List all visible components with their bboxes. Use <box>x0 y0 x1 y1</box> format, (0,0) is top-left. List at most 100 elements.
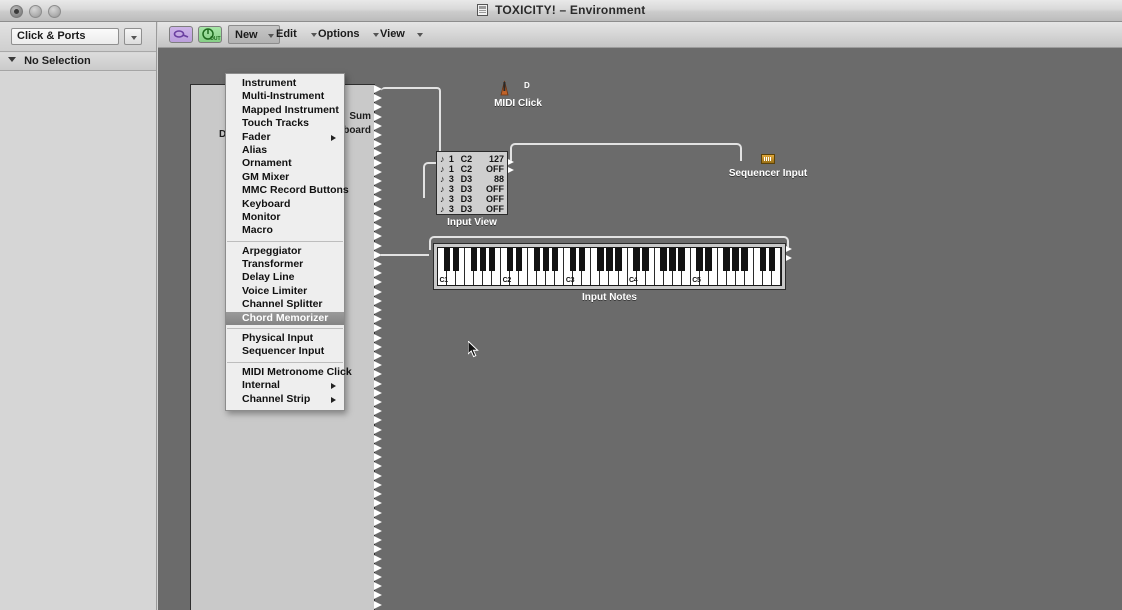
physical-input-port[interactable] <box>374 287 382 296</box>
physical-input-port[interactable] <box>374 305 382 314</box>
keyboard-black-key[interactable] <box>759 248 766 271</box>
keyboard-black-key[interactable] <box>479 248 487 271</box>
physical-input-port[interactable] <box>374 462 382 471</box>
physical-input-port[interactable] <box>374 315 382 324</box>
menu-item-macro[interactable]: Macro <box>226 224 344 237</box>
keyboard-black-key[interactable] <box>678 248 685 271</box>
menu-item-fader[interactable]: Fader <box>226 131 344 144</box>
menu-item-touch-tracks[interactable]: Touch Tracks <box>226 117 344 130</box>
physical-input-port[interactable] <box>374 499 382 508</box>
keyboard-black-key[interactable] <box>741 248 748 271</box>
menu-view[interactable]: View <box>374 25 428 44</box>
menu-item-voice-limiter[interactable]: Voice Limiter <box>226 285 344 298</box>
layer-popup-chevron-down-icon[interactable] <box>124 28 142 45</box>
keyboard-black-key[interactable] <box>597 248 604 271</box>
keyboard-black-key[interactable] <box>470 248 478 271</box>
keyboard-black-key[interactable] <box>569 248 577 271</box>
menu-item-instrument[interactable]: Instrument <box>226 77 344 90</box>
selection-status-row[interactable]: No Selection <box>0 53 156 71</box>
keyboard-black-key[interactable] <box>606 248 613 271</box>
keyboard-keys[interactable]: C1 C2 C3 C4 C5 <box>437 247 782 286</box>
keyboard-black-key[interactable] <box>768 248 776 271</box>
keyboard-black-key[interactable] <box>443 248 451 271</box>
physical-input-port[interactable] <box>374 388 382 397</box>
menu-item-channel-strip[interactable]: Channel Strip <box>226 393 344 406</box>
physical-input-port[interactable] <box>374 361 382 370</box>
physical-input-port[interactable] <box>374 453 382 462</box>
physical-input-port[interactable] <box>374 517 382 526</box>
menu-item-sequencer-input[interactable]: Sequencer Input <box>226 345 344 358</box>
keyboard-black-key[interactable] <box>615 248 622 271</box>
physical-input-port[interactable] <box>374 444 382 453</box>
physical-input-port[interactable] <box>374 490 382 499</box>
input-view-event-list[interactable]: ♪ 1 C2 127 ♪ 1 C2 OFF ♪ 3 D3 88 ♪ 3 D3 OFF ♪ 3 D3 OFF ♪ 3 D3 OF… <box>436 151 508 215</box>
menu-item-ornament[interactable]: Ornament <box>226 157 344 170</box>
keyboard-output-port[interactable] <box>786 245 794 265</box>
physical-input-port[interactable] <box>374 480 382 489</box>
menu-item-channel-splitter[interactable]: Channel Splitter <box>226 298 344 311</box>
physical-input-port[interactable] <box>374 379 382 388</box>
physical-input-port[interactable] <box>374 186 382 195</box>
layer-popup-menu[interactable]: Click & Ports <box>11 28 119 45</box>
keyboard-black-key[interactable] <box>705 248 712 271</box>
physical-input-port[interactable] <box>374 563 382 572</box>
physical-input-port[interactable] <box>374 471 382 480</box>
menu-item-alias[interactable]: Alias <box>226 144 344 157</box>
cable-tool-icon[interactable] <box>169 26 193 43</box>
keyboard-black-key[interactable] <box>723 248 730 271</box>
keyboard-frame[interactable]: C1 C2 C3 C4 C5 <box>433 243 786 290</box>
keyboard-black-key[interactable] <box>642 248 649 271</box>
menu-item-midi-metronome-click[interactable]: MIDI Metronome Click <box>226 366 352 379</box>
midi-click-port-glyph[interactable]: D <box>524 81 530 90</box>
keyboard-black-key[interactable] <box>488 248 496 271</box>
keyboard-black-key[interactable] <box>515 248 523 271</box>
physical-input-port[interactable] <box>374 398 382 407</box>
physical-input-port[interactable] <box>374 278 382 287</box>
environment-canvas[interactable]: DS Sum yboard <box>158 48 1122 610</box>
physical-input-port[interactable] <box>374 342 382 351</box>
keyboard-black-key[interactable] <box>551 248 559 271</box>
physical-input-port[interactable] <box>374 425 382 434</box>
keyboard-black-key[interactable] <box>696 248 703 271</box>
input-view-output-port[interactable] <box>508 158 516 174</box>
physical-input-port[interactable] <box>374 324 382 333</box>
physical-input-port[interactable] <box>374 554 382 563</box>
physical-input-port[interactable] <box>374 416 382 425</box>
keyboard-black-key[interactable] <box>732 248 739 271</box>
physical-input-port[interactable] <box>374 370 382 379</box>
menu-item-chord-memorizer[interactable]: Chord Memorizer <box>226 311 344 326</box>
keyboard-black-key[interactable] <box>533 248 541 271</box>
menu-item-transformer[interactable]: Transformer <box>226 258 344 271</box>
physical-input-port[interactable] <box>374 526 382 535</box>
physical-input-port[interactable] <box>374 591 382 600</box>
menu-item-keyboard[interactable]: Keyboard <box>226 198 344 211</box>
physical-input-port[interactable] <box>374 167 382 176</box>
new-menu-dropdown[interactable]: Instrument Multi-Instrument Mapped Instrum… <box>225 73 352 411</box>
physical-input-port[interactable] <box>374 536 382 545</box>
physical-input-port[interactable] <box>374 296 382 305</box>
physical-input-port[interactable] <box>374 572 382 581</box>
physical-input-port[interactable] <box>374 333 382 342</box>
physical-input-port[interactable] <box>374 582 382 591</box>
menu-item-arpeggiator[interactable]: Arpeggiator <box>226 245 344 258</box>
physical-input-port[interactable] <box>374 508 382 517</box>
menu-item-delay-line[interactable]: Delay Line <box>226 271 344 284</box>
physical-input-port[interactable] <box>374 600 382 609</box>
physical-input-port[interactable] <box>374 434 382 443</box>
menu-item-mapped-instrument[interactable]: Mapped Instrument <box>226 104 344 117</box>
keyboard-black-key[interactable] <box>633 248 640 271</box>
keyboard-black-key[interactable] <box>452 248 460 271</box>
menu-item-multi-instrument[interactable]: Multi-Instrument <box>226 90 344 103</box>
physical-input-port[interactable] <box>374 259 382 268</box>
physical-input-port[interactable] <box>374 352 382 360</box>
keyboard-black-key[interactable] <box>578 248 586 271</box>
physical-input-port[interactable] <box>374 407 382 416</box>
keyboard-black-key[interactable] <box>542 248 550 271</box>
keyboard-black-key[interactable] <box>506 248 514 271</box>
menu-item-mmc-record-buttons[interactable]: MMC Record Buttons <box>226 184 349 197</box>
menu-item-physical-input[interactable]: Physical Input <box>226 332 344 345</box>
menu-item-gm-mixer[interactable]: GM Mixer <box>226 171 344 184</box>
physical-input-port[interactable] <box>374 545 382 554</box>
menu-item-internal[interactable]: Internal <box>226 379 344 392</box>
physical-input-port[interactable] <box>374 177 382 186</box>
